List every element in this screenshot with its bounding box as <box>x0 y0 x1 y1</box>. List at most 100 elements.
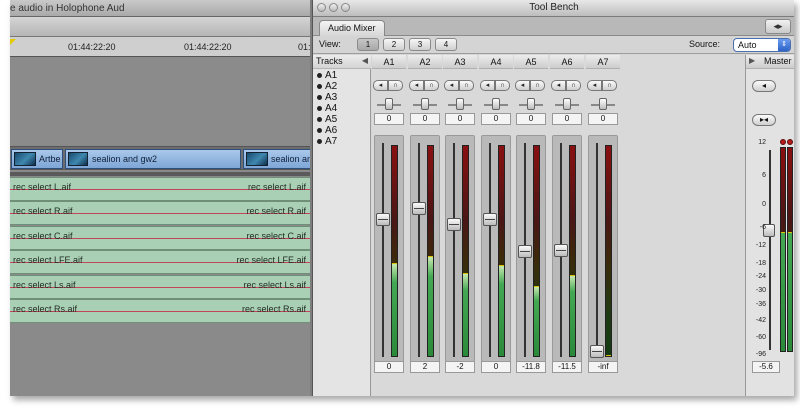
mute-button[interactable]: ◂ <box>515 80 530 91</box>
clip-thumbnail <box>246 152 268 166</box>
headphones-icon: ∩ <box>534 82 541 89</box>
track-visibility-item[interactable]: A4 <box>317 103 337 114</box>
master-meter-right <box>787 147 793 352</box>
master-mute-button[interactable]: ◂ <box>752 80 776 92</box>
gain-value-field[interactable]: -inf <box>588 361 618 373</box>
view-1-button[interactable]: 1 <box>357 38 379 51</box>
view-3-button[interactable]: 3 <box>409 38 431 51</box>
timeline-title-bar: e audio in Holophone Aud <box>10 0 310 17</box>
video-clip[interactable]: sealion and gw2 <box>65 149 241 169</box>
tab-options-button[interactable]: ◂▸ <box>765 19 791 34</box>
view-2-button[interactable]: 2 <box>383 38 405 51</box>
pan-value-field[interactable]: 0 <box>516 113 546 125</box>
pan-knob[interactable] <box>385 98 393 110</box>
solo-button[interactable]: ∩ <box>530 80 545 91</box>
clip-indicator[interactable] <box>787 139 793 145</box>
track-visibility-item[interactable]: A2 <box>317 81 337 92</box>
mute-button[interactable]: ◂ <box>409 80 424 91</box>
pan-knob[interactable] <box>563 98 571 110</box>
tab-audio-mixer[interactable]: Audio Mixer <box>319 20 385 36</box>
chevron-right-icon[interactable]: ▶ <box>749 56 755 65</box>
track-visibility-item[interactable]: A6 <box>317 125 337 136</box>
pan-value-field[interactable]: 0 <box>552 113 582 125</box>
pan-knob[interactable] <box>527 98 535 110</box>
fader-track <box>453 143 455 357</box>
db-scale-label: -12 <box>755 242 766 249</box>
audio-clip-label: rec select LFE.aif <box>13 255 83 265</box>
track-visibility-item[interactable]: A7 <box>317 136 337 147</box>
pan-value-field[interactable]: 0 <box>481 113 511 125</box>
audio-clip[interactable]: rec select R.aif rec select R.aif <box>10 201 310 225</box>
volume-fader[interactable] <box>483 213 497 226</box>
pan-knob[interactable] <box>599 98 607 110</box>
pan-value-field[interactable]: 0 <box>374 113 404 125</box>
video-clip-label: sealion and gw2 <box>92 154 158 164</box>
timecode-ruler[interactable]: 01:44:22:20 01:44:22:20 01:44:2 <box>10 37 310 57</box>
solo-button[interactable]: ∩ <box>495 80 510 91</box>
audio-clip[interactable]: rec select C.aif rec select C.aif <box>10 226 310 250</box>
video-clip[interactable]: Artbe <box>11 149 63 169</box>
audio-clip-label: rec select L.aif <box>13 182 72 192</box>
timeline-empty-area <box>10 58 310 144</box>
volume-fader[interactable] <box>412 202 426 215</box>
solo-button[interactable]: ∩ <box>424 80 439 91</box>
mute-button[interactable]: ◂ <box>587 80 602 91</box>
gain-value-field[interactable]: -11.5 <box>552 361 582 373</box>
video-track: Artbe sealion and gw2 sealion and <box>10 146 310 170</box>
volume-fader[interactable] <box>554 244 568 257</box>
pan-value-field[interactable]: 0 <box>410 113 440 125</box>
pan-knob[interactable] <box>421 98 429 110</box>
bullet-icon <box>317 116 322 122</box>
audio-clip[interactable]: rec select Rs.aif rec select Rs.aif <box>10 299 310 323</box>
track-visibility-item[interactable]: A1 <box>317 70 337 81</box>
mute-button[interactable]: ◂ <box>444 80 459 91</box>
downmix-button[interactable]: ▸◂ <box>752 114 776 126</box>
mute-button[interactable]: ◂ <box>551 80 566 91</box>
gain-value-field[interactable]: -11.8 <box>516 361 546 373</box>
mute-button[interactable]: ◂ <box>480 80 495 91</box>
track-visibility-item[interactable]: A5 <box>317 114 337 125</box>
audio-clip[interactable]: rec select Ls.aif rec select Ls.aif <box>10 275 310 299</box>
level-meter <box>462 145 469 357</box>
gain-value-field[interactable]: 0 <box>481 361 511 373</box>
video-clip[interactable]: sealion and <box>243 149 310 169</box>
solo-button[interactable]: ∩ <box>459 80 474 91</box>
gain-value-field[interactable]: -2 <box>445 361 475 373</box>
track-divider[interactable] <box>10 172 310 176</box>
bullet-icon <box>317 127 322 133</box>
timeline-toolbar <box>10 17 310 37</box>
db-scale-label: -36 <box>755 301 766 308</box>
pan-value-field[interactable]: 0 <box>445 113 475 125</box>
source-select[interactable]: Auto ⇕ <box>733 38 791 52</box>
mute-button[interactable]: ◂ <box>373 80 388 91</box>
master-gain-field[interactable]: -5.6 <box>752 361 780 373</box>
pan-value-field[interactable]: 0 <box>588 113 618 125</box>
volume-fader[interactable] <box>447 218 461 231</box>
speaker-icon: ◂ <box>592 82 597 89</box>
solo-button[interactable]: ∩ <box>602 80 617 91</box>
track-visibility-item[interactable]: A3 <box>317 92 337 103</box>
clip-indicator[interactable] <box>780 139 786 145</box>
gain-value-field[interactable]: 2 <box>410 361 440 373</box>
view-4-button[interactable]: 4 <box>435 38 457 51</box>
timeline-empty-area <box>10 327 310 396</box>
channel-name: A7 <box>586 55 620 69</box>
solo-button[interactable]: ∩ <box>566 80 581 91</box>
playhead-marker[interactable] <box>10 39 16 45</box>
fader-track <box>596 143 598 357</box>
chevron-left-icon[interactable]: ◀ <box>362 56 368 65</box>
fader-well <box>481 135 511 362</box>
gain-value-field[interactable]: 0 <box>374 361 404 373</box>
window-title-bar[interactable]: Tool Bench <box>313 0 794 17</box>
solo-button[interactable]: ∩ <box>388 80 403 91</box>
pan-knob[interactable] <box>492 98 500 110</box>
audio-clip[interactable]: rec select LFE.aif rec select LFE.aif <box>10 250 310 274</box>
volume-fader[interactable] <box>518 245 532 258</box>
volume-fader[interactable] <box>376 213 390 226</box>
pan-knob[interactable] <box>456 98 464 110</box>
db-scale-label: -18 <box>755 260 766 267</box>
audio-clip[interactable]: rec select L.aif rec select L.aif <box>10 177 310 201</box>
volume-fader[interactable] <box>590 345 604 358</box>
fader-track <box>382 143 384 357</box>
video-clip-label: sealion and <box>271 154 310 164</box>
